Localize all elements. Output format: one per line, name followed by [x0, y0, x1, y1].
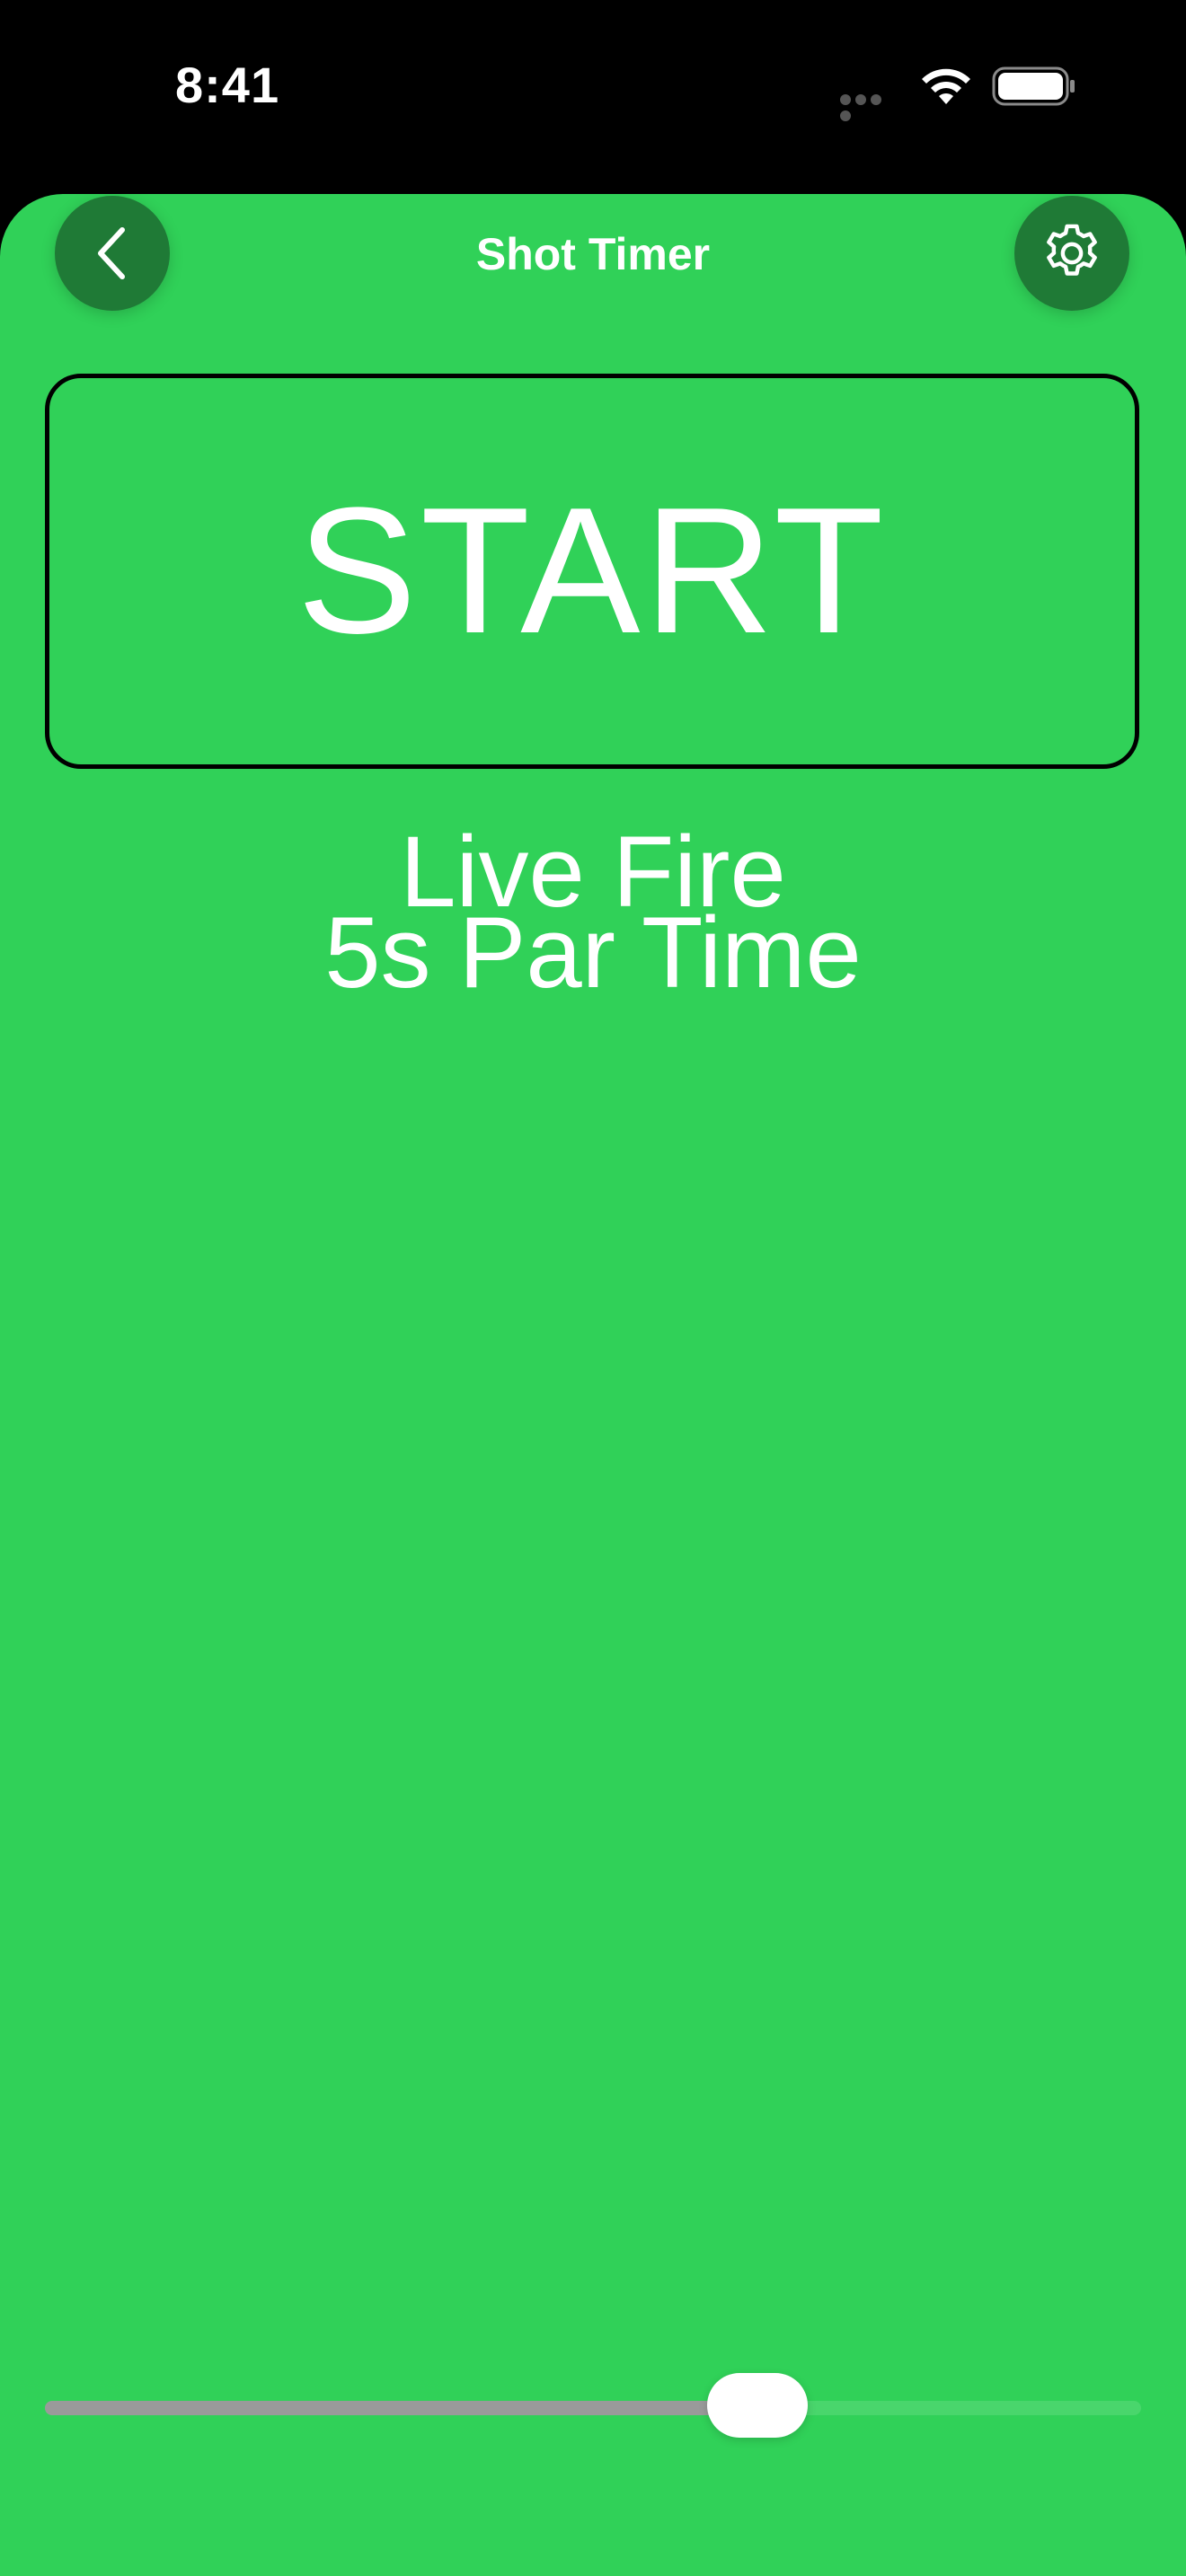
- status-time: 8:41: [175, 57, 280, 113]
- gear-icon: [1047, 224, 1097, 276]
- par-time-slider[interactable]: [45, 2368, 1141, 2448]
- status-bar: 8:41: [0, 0, 1186, 194]
- slider-fill: [45, 2401, 757, 2415]
- start-button[interactable]: START: [45, 374, 1139, 769]
- timer-screen: Shot Timer START Live Fire 5s Par Time: [0, 194, 1186, 2576]
- wifi-icon: [922, 68, 970, 104]
- settings-button[interactable]: [1014, 196, 1129, 311]
- slider-thumb[interactable]: [707, 2373, 808, 2438]
- cellular-signal-icon: [840, 93, 899, 121]
- page-title: Shot Timer: [475, 229, 711, 279]
- battery-icon: [992, 66, 1075, 106]
- par-time-label: 5s Par Time: [324, 896, 862, 1009]
